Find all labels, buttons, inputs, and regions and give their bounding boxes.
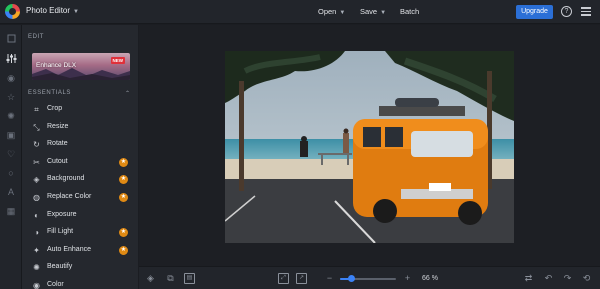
tool-label: Resize (47, 122, 69, 130)
scissors-icon: ✂ (33, 157, 40, 167)
premium-badge-icon: ★ (119, 228, 128, 238)
chevron-down-icon: ▼ (339, 10, 346, 16)
zoom-slider[interactable] (340, 275, 396, 282)
photo-image[interactable] (225, 51, 514, 243)
sliders-icon[interactable] (5, 53, 17, 65)
circle-icon[interactable]: ○ (5, 167, 17, 179)
fill-light-icon: ◑ (34, 228, 39, 238)
crop-icon[interactable] (5, 33, 17, 45)
eye-icon[interactable]: ◉ (5, 72, 17, 84)
hamburger-menu-icon[interactable] (581, 7, 591, 16)
tool-label: Crop (47, 105, 63, 112)
fit-screen-icon[interactable]: ⤢ (278, 273, 289, 284)
crop-icon: ⌗ (34, 105, 39, 114)
beautify-icon: ✺ (33, 263, 40, 273)
tool-item[interactable]: ⤡ Resize (22, 120, 134, 137)
premium-badge-icon: ★ (119, 193, 128, 202)
tool-item[interactable]: ⌗ Crop (22, 102, 134, 119)
upgrade-button[interactable]: Upgrade (516, 5, 553, 19)
photo-illustration (225, 51, 514, 243)
chevron-down-icon: ▼ (73, 9, 79, 15)
tool-item[interactable]: ✺ Beautify (22, 260, 134, 277)
premium-badge-icon: ★ (119, 157, 128, 167)
filmstrip-icon[interactable]: ▤ (184, 273, 195, 284)
magic-wand-icon: ✦ (33, 245, 40, 255)
zoom-in-icon[interactable]: + (402, 273, 413, 284)
star-icon[interactable]: ☆ (5, 91, 17, 103)
open-menu-label: Open (318, 7, 337, 16)
save-menu[interactable]: Save ▼ (360, 7, 386, 16)
top-bar: Photo Editor ▼ Open ▼ Save ▼ Batch Upgrade … (0, 0, 600, 24)
history-icon[interactable]: ⟲ (581, 273, 592, 284)
tool-label: Replace Color (47, 193, 92, 200)
tool-item[interactable]: ✦ Auto Enhance ★ (22, 243, 134, 260)
exposure-icon: ◐ (34, 210, 39, 220)
tool-label: Cutout (47, 157, 68, 165)
batch-button[interactable]: Batch (400, 7, 419, 16)
actual-size-icon[interactable]: ↗ (296, 273, 307, 284)
enhance-dlx-banner[interactable]: Enhance DLX NEW (32, 53, 130, 80)
tool-label: Auto Enhance (47, 245, 91, 253)
heart-icon[interactable]: ♡ (5, 148, 17, 160)
rotate-icon: ↻ (33, 140, 40, 150)
help-icon[interactable]: ? (561, 6, 572, 17)
app-title-label: Photo Editor (26, 6, 71, 15)
tool-item[interactable]: ✂ Cutout ★ (22, 155, 134, 172)
tool-label: Exposure (47, 210, 77, 218)
resize-icon: ⤡ (33, 122, 40, 132)
batch-button-label: Batch (400, 7, 420, 16)
app-logo-icon[interactable] (5, 4, 20, 19)
edit-heading: EDIT (28, 34, 45, 40)
essentials-heading: ESSENTIALS (28, 90, 72, 96)
zoom-out-icon[interactable]: − (324, 273, 335, 284)
new-badge: NEW (110, 57, 125, 64)
save-menu-label: Save (360, 7, 378, 16)
banner-label: Enhance DLX (36, 62, 77, 69)
layers-icon[interactable]: ◈ (145, 273, 156, 284)
open-menu[interactable]: Open ▼ (318, 7, 345, 16)
color-icon: ◉ (33, 281, 40, 289)
chevron-down-icon: ▼ (380, 10, 387, 16)
layers-icon: ◈ (33, 175, 40, 185)
tool-item[interactable]: ↻ Rotate (22, 137, 134, 154)
undo-icon[interactable]: ↶ (543, 273, 554, 284)
essentials-section-header[interactable]: ESSENTIALS ⌃ (28, 90, 134, 100)
premium-badge-icon: ★ (119, 175, 128, 185)
tool-label: Rotate (47, 140, 68, 148)
tool-item[interactable]: ◉ Color (22, 278, 134, 289)
chevron-up-icon: ⌃ (124, 91, 130, 97)
tool-label: Color (47, 281, 64, 288)
bottom-toolbar: ◈ ⧉ ▤ ⤢ ↗ − + 66 % ⇄ ↶ ↷ ⟲ (139, 266, 600, 289)
zoom-slider-thumb[interactable] (348, 275, 356, 282)
tool-category-rail: ◉ ☆ ✺ ▣ ♡ ○ A ▦ (0, 25, 22, 289)
premium-badge-icon: ★ (119, 245, 128, 255)
edit-panel: EDIT Enhance DLX NEW ESSENTIALS ⌃ ⌗ Crop ⤡… (22, 25, 138, 289)
text-icon[interactable]: A (5, 186, 17, 198)
zoom-level-text: 66 % (422, 275, 438, 282)
redo-icon[interactable]: ↷ (562, 273, 573, 284)
texture-icon[interactable]: ▦ (5, 205, 17, 217)
app-title-menu[interactable]: Photo Editor ▼ (26, 6, 79, 15)
photo-editor-app: Photo Editor ▼ Open ▼ Save ▼ Batch Upgrade … (0, 0, 600, 289)
tool-label: Beautify (47, 263, 73, 271)
tool-item[interactable]: ◐ Exposure (22, 208, 134, 225)
frame-icon[interactable]: ▣ (5, 129, 17, 141)
tool-item[interactable]: ◑ Fill Light ★ (22, 225, 134, 242)
tool-label: Fill Light (47, 228, 74, 236)
droplet-icon: ◍ (33, 193, 40, 202)
tool-label: Background (47, 175, 85, 183)
sun-icon[interactable]: ✺ (5, 110, 17, 122)
compare-icon[interactable]: ⧉ (165, 273, 176, 284)
tool-item[interactable]: ◍ Replace Color ★ (22, 190, 134, 207)
tool-item[interactable]: ◈ Background ★ (22, 172, 134, 189)
flip-icon[interactable]: ⇄ (523, 273, 534, 284)
